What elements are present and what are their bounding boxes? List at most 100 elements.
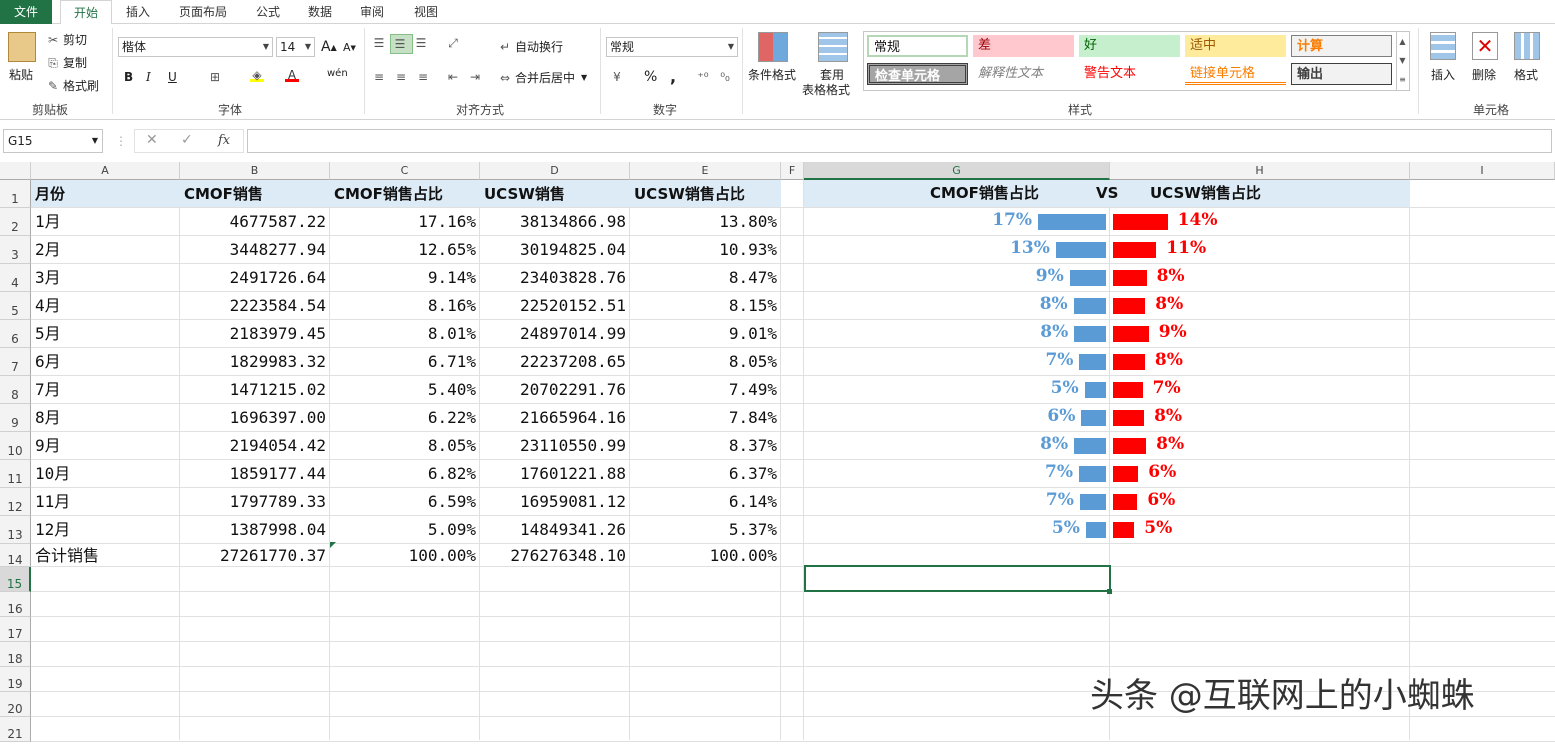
row-header-5[interactable]: 5 — [0, 292, 31, 320]
data-cell[interactable]: 9.01% — [630, 320, 781, 348]
selected-cell-G15[interactable] — [804, 565, 1111, 592]
data-cell[interactable]: 4月 — [31, 292, 180, 320]
data-cell[interactable]: 1829983.32 — [180, 348, 330, 376]
row-header-13[interactable]: 13 — [0, 516, 31, 544]
font-name-select[interactable]: 楷体 ▼ — [118, 37, 273, 57]
data-cell[interactable]: 3448277.94 — [180, 236, 330, 264]
tab-home[interactable]: 开始 — [60, 0, 112, 25]
decrease-indent-button[interactable]: ⇤ — [446, 70, 463, 84]
paste-button[interactable]: 粘贴 — [9, 66, 33, 83]
data-cell[interactable]: 5.40% — [330, 376, 480, 404]
formula-input[interactable] — [247, 129, 1552, 153]
align-left-button[interactable]: ≡ — [372, 70, 389, 84]
style-bad[interactable]: 差 — [973, 35, 1074, 57]
align-right-button[interactable]: ≡ — [416, 70, 433, 84]
row-header-1[interactable]: 1 — [0, 180, 31, 208]
table-format-button-2[interactable]: 表格格式 — [802, 81, 850, 98]
row-header-6[interactable]: 6 — [0, 320, 31, 348]
data-cell[interactable]: 23110550.99 — [480, 432, 630, 460]
percent-button[interactable]: % — [644, 69, 657, 85]
data-cell[interactable]: 8.15% — [630, 292, 781, 320]
header-cell[interactable]: UCSW销售 — [480, 180, 630, 208]
row-header-10[interactable]: 10 — [0, 432, 31, 460]
cut-button[interactable]: ✂ 剪切 — [46, 31, 87, 48]
style-good[interactable]: 好 — [1079, 35, 1180, 57]
tab-view[interactable]: 视图 — [404, 0, 448, 24]
font-color-button[interactable]: A — [285, 68, 302, 82]
data-cell[interactable]: 7.84% — [630, 404, 781, 432]
bold-button[interactable]: B — [124, 70, 133, 84]
total-cell[interactable]: 100.00% — [330, 544, 480, 567]
comparison-header-ucsw[interactable]: UCSW销售占比 — [1150, 180, 1261, 207]
style-normal[interactable]: 常规 — [867, 35, 968, 57]
wrap-text-button[interactable]: ↵ 自动换行 — [498, 38, 563, 55]
data-cell[interactable]: 24897014.99 — [480, 320, 630, 348]
data-cell[interactable]: 6.82% — [330, 460, 480, 488]
data-cell[interactable]: 9.14% — [330, 264, 480, 292]
column-header-B[interactable]: B — [180, 162, 330, 180]
comparison-header-cmof[interactable]: CMOF销售占比 — [930, 180, 1039, 207]
row-header-4[interactable]: 4 — [0, 264, 31, 292]
gallery-scroll[interactable]: ▲ ▼ ≡ — [1396, 32, 1408, 90]
insert-function-button[interactable]: fx — [218, 133, 230, 148]
column-header-F[interactable]: F — [781, 162, 804, 180]
align-bottom-button[interactable]: ☰ — [414, 36, 431, 50]
data-cell[interactable]: 1471215.02 — [180, 376, 330, 404]
data-cell[interactable]: 8.37% — [630, 432, 781, 460]
row-header-21[interactable]: 21 — [0, 717, 31, 742]
style-calculation[interactable]: 计算 — [1291, 35, 1392, 57]
data-cell[interactable]: 13.80% — [630, 208, 781, 236]
data-cell[interactable]: 2223584.54 — [180, 292, 330, 320]
style-output[interactable]: 输出 — [1291, 63, 1392, 85]
data-cell[interactable]: 6.71% — [330, 348, 480, 376]
column-header-I[interactable]: I — [1410, 162, 1555, 180]
data-cell[interactable]: 6.14% — [630, 488, 781, 516]
data-cell[interactable]: 1797789.33 — [180, 488, 330, 516]
font-size-select[interactable]: 14 ▼ — [276, 37, 315, 57]
style-linked-cell[interactable]: 链接单元格 — [1185, 63, 1286, 85]
row-header-20[interactable]: 20 — [0, 692, 31, 717]
style-check-cell[interactable]: 检查单元格 — [867, 63, 968, 85]
data-cell[interactable]: 1859177.44 — [180, 460, 330, 488]
data-cell[interactable]: 7月 — [31, 376, 180, 404]
column-header-D[interactable]: D — [480, 162, 630, 180]
data-cell[interactable]: 21665964.16 — [480, 404, 630, 432]
row-header-9[interactable]: 9 — [0, 404, 31, 432]
data-cell[interactable]: 7.49% — [630, 376, 781, 404]
row-header-16[interactable]: 16 — [0, 592, 31, 617]
row-header-15[interactable]: 15 — [0, 567, 31, 592]
data-cell[interactable]: 8.16% — [330, 292, 480, 320]
conditional-format-button[interactable]: 条件格式 — [748, 66, 796, 83]
row-header-8[interactable]: 8 — [0, 376, 31, 404]
data-cell[interactable]: 4677587.22 — [180, 208, 330, 236]
copy-button[interactable]: ⎘ 复制 — [46, 54, 87, 71]
data-cell[interactable]: 17601221.88 — [480, 460, 630, 488]
header-cell[interactable]: CMOF销售占比 — [330, 180, 480, 208]
format-cells-icon[interactable] — [1514, 32, 1540, 60]
row-header-14[interactable]: 14 — [0, 544, 31, 567]
data-cell[interactable]: 30194825.04 — [480, 236, 630, 264]
column-header-H[interactable]: H — [1110, 162, 1410, 180]
align-middle-button[interactable]: ☰ — [390, 34, 413, 54]
align-center-button[interactable]: ≡ — [394, 70, 411, 84]
tab-review[interactable]: 审阅 — [350, 0, 394, 24]
data-cell[interactable]: 9月 — [31, 432, 180, 460]
data-cell[interactable]: 2194054.42 — [180, 432, 330, 460]
total-cell[interactable]: 合计销售 — [31, 544, 180, 567]
paste-icon[interactable] — [8, 32, 36, 62]
data-cell[interactable]: 11月 — [31, 488, 180, 516]
data-cell[interactable]: 1月 — [31, 208, 180, 236]
comma-button[interactable]: , — [670, 67, 676, 86]
total-cell[interactable]: 276276348.10 — [480, 544, 630, 567]
insert-cells-button[interactable]: 插入 — [1431, 66, 1455, 83]
data-cell[interactable]: 2491726.64 — [180, 264, 330, 292]
number-format-select[interactable]: 常规 ▼ — [606, 37, 738, 57]
column-header-C[interactable]: C — [330, 162, 480, 180]
style-neutral[interactable]: 适中 — [1185, 35, 1286, 57]
data-cell[interactable]: 1696397.00 — [180, 404, 330, 432]
data-cell[interactable]: 12.65% — [330, 236, 480, 264]
data-cell[interactable]: 5.37% — [630, 516, 781, 544]
data-cell[interactable]: 2月 — [31, 236, 180, 264]
shrink-font-button[interactable]: A ▼ — [343, 41, 356, 54]
data-cell[interactable]: 8月 — [31, 404, 180, 432]
